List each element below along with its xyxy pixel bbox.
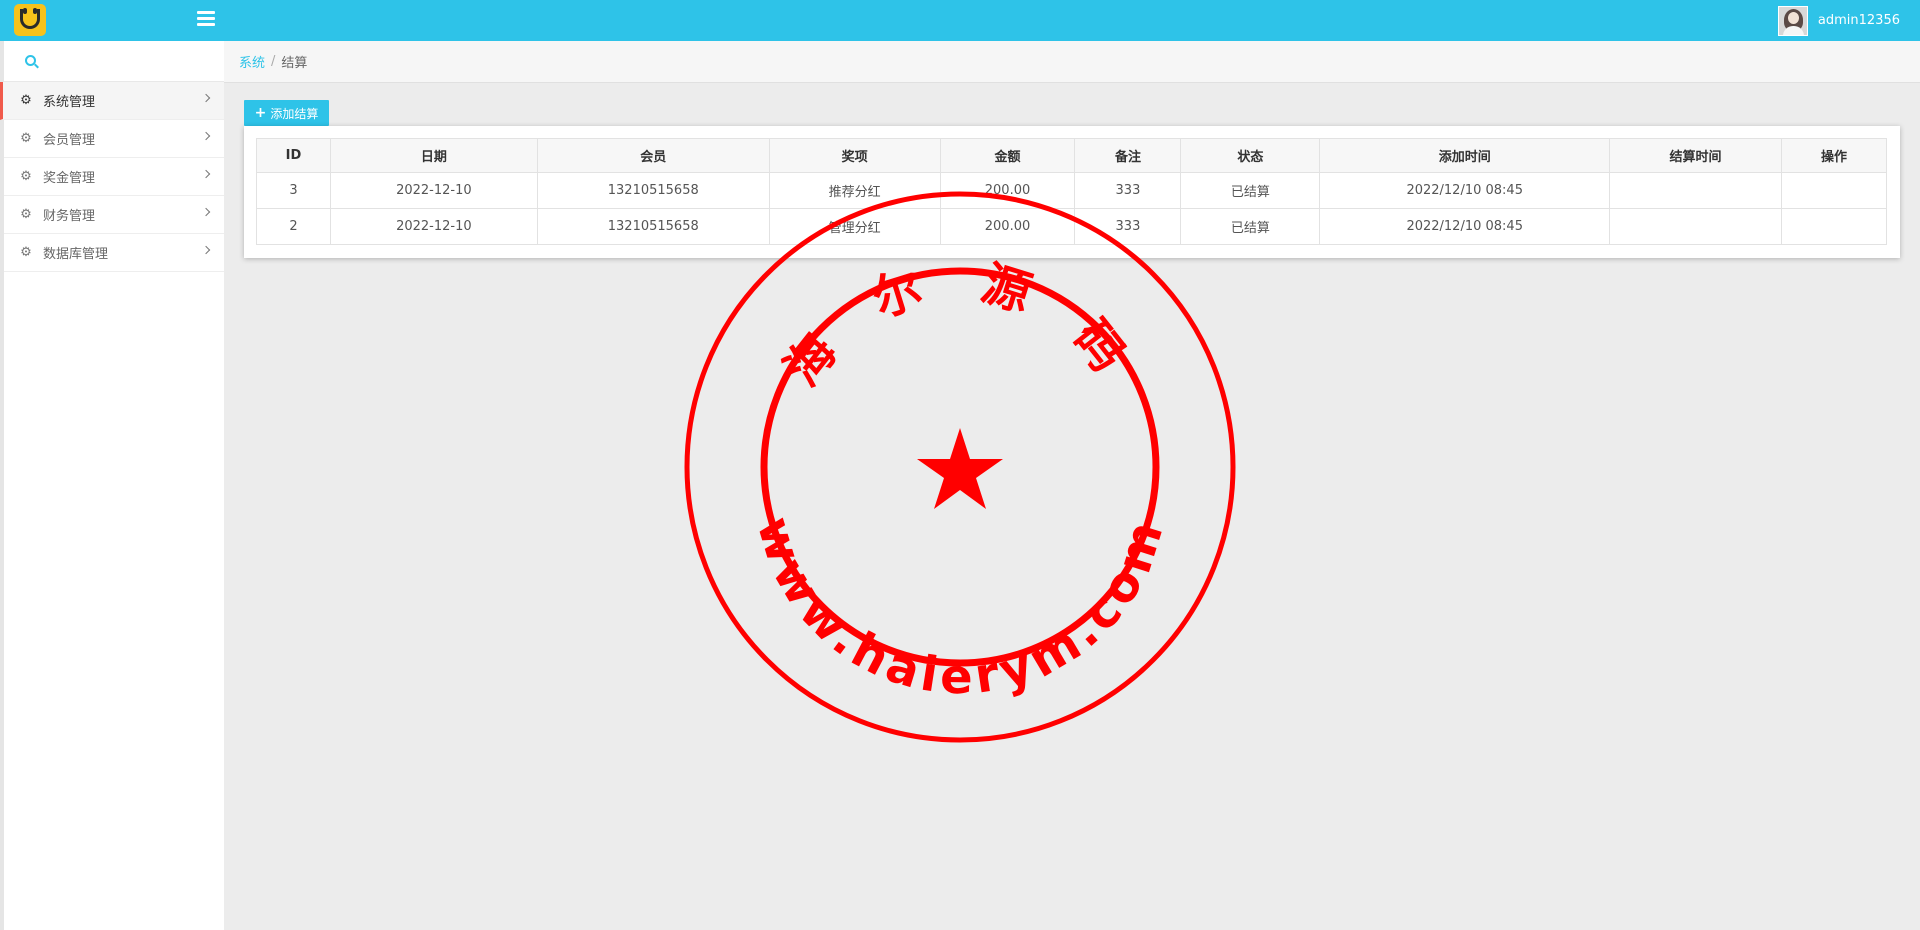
table-row[interactable]: 2 2022-12-10 13210515658 管理分红 200.00 333… bbox=[256, 208, 1887, 245]
top-bar: admin12356 bbox=[0, 0, 1920, 41]
cell-date: 2022-12-10 bbox=[329, 172, 538, 209]
column-header-date[interactable]: 日期 bbox=[329, 138, 538, 173]
chevron-right-icon bbox=[201, 245, 211, 255]
chevron-right-icon bbox=[201, 93, 211, 103]
breadcrumb-separator: / bbox=[271, 54, 276, 69]
column-header-member[interactable]: 会员 bbox=[536, 138, 770, 173]
stamp-outer-ring bbox=[684, 191, 1236, 743]
table-row[interactable]: 3 2022-12-10 13210515658 推荐分红 200.00 333… bbox=[256, 172, 1887, 209]
cell-award: 管理分红 bbox=[768, 208, 941, 245]
breadcrumb-current: 结算 bbox=[281, 56, 308, 71]
watermark-stamp: 海 尔 源 码 www.haierym.com bbox=[684, 191, 1236, 743]
search-icon[interactable] bbox=[25, 55, 36, 66]
column-header-status[interactable]: 状态 bbox=[1180, 138, 1321, 173]
cell-actions bbox=[1781, 172, 1887, 209]
column-header-award[interactable]: 奖项 bbox=[768, 138, 941, 173]
table-header-row: ID 日期 会员 奖项 金额 备注 状态 添加时间 结算时间 操作 bbox=[256, 138, 1887, 173]
cell-amount: 200.00 bbox=[939, 208, 1076, 245]
stamp-inner-ring bbox=[760, 267, 1160, 667]
logo-smile bbox=[20, 9, 40, 29]
gear-icon: ⚙ bbox=[20, 168, 32, 184]
chevron-right-icon bbox=[201, 131, 211, 141]
sidebar-item-database[interactable]: ⚙ 数据库管理 bbox=[4, 234, 224, 272]
sidebar-item-label: 奖金管理 bbox=[43, 171, 96, 186]
user-menu[interactable]: admin12356 bbox=[1777, 4, 1900, 37]
chevron-right-icon bbox=[201, 207, 211, 217]
plus-icon: + bbox=[254, 105, 267, 121]
star-icon bbox=[917, 428, 1003, 509]
sidebar-item-label: 系统管理 bbox=[43, 95, 96, 110]
column-header-note[interactable]: 备注 bbox=[1074, 138, 1182, 173]
cell-settled-time bbox=[1609, 172, 1782, 209]
cell-member: 13210515658 bbox=[536, 208, 770, 245]
cell-amount: 200.00 bbox=[939, 172, 1076, 209]
cell-added-time: 2022/12/10 08:45 bbox=[1319, 208, 1611, 245]
cell-status: 已结算 bbox=[1180, 208, 1321, 245]
breadcrumb-parent[interactable]: 系统 bbox=[239, 52, 265, 71]
column-header-actions[interactable]: 操作 bbox=[1781, 138, 1887, 173]
sidebar-item-bonus[interactable]: ⚙ 奖金管理 bbox=[4, 158, 224, 196]
cell-note: 333 bbox=[1074, 208, 1182, 245]
sidebar-search[interactable] bbox=[4, 41, 224, 82]
cell-id: 3 bbox=[256, 172, 331, 209]
username[interactable]: admin12356 bbox=[1818, 13, 1900, 28]
avatar[interactable] bbox=[1777, 5, 1808, 36]
menu-toggle-icon[interactable] bbox=[197, 11, 215, 27]
cell-member: 13210515658 bbox=[536, 172, 770, 209]
column-header-amount[interactable]: 金额 bbox=[939, 138, 1076, 173]
gear-icon: ⚙ bbox=[20, 130, 32, 146]
cell-note: 333 bbox=[1074, 172, 1182, 209]
gear-icon: ⚙ bbox=[20, 92, 32, 108]
breadcrumb: 系统 / 结算 bbox=[224, 41, 1920, 83]
cell-actions bbox=[1781, 208, 1887, 245]
settlement-panel: ID 日期 会员 奖项 金额 备注 状态 添加时间 结算时间 操作 3 2022… bbox=[244, 126, 1900, 258]
sidebar: ⚙ 系统管理 ⚙ 会员管理 ⚙ 奖金管理 ⚙ 财务管理 ⚙ 数据库管理 bbox=[0, 41, 224, 930]
cell-status: 已结算 bbox=[1180, 172, 1321, 209]
chevron-right-icon bbox=[201, 169, 211, 179]
cell-id: 2 bbox=[256, 208, 331, 245]
sidebar-item-finance[interactable]: ⚙ 财务管理 bbox=[4, 196, 224, 234]
settlement-table: ID 日期 会员 奖项 金额 备注 状态 添加时间 结算时间 操作 3 2022… bbox=[256, 138, 1887, 245]
add-settlement-button[interactable]: + 添加结算 bbox=[244, 100, 329, 126]
cell-award: 推荐分红 bbox=[768, 172, 941, 209]
sidebar-item-label: 财务管理 bbox=[43, 209, 96, 224]
sidebar-item-label: 数据库管理 bbox=[43, 247, 109, 262]
sidebar-item-label: 会员管理 bbox=[43, 133, 96, 148]
cell-settled-time bbox=[1609, 208, 1782, 245]
add-settlement-label: 添加结算 bbox=[270, 106, 319, 121]
column-header-id[interactable]: ID bbox=[256, 138, 331, 173]
cell-date: 2022-12-10 bbox=[329, 208, 538, 245]
cell-added-time: 2022/12/10 08:45 bbox=[1319, 172, 1611, 209]
stamp-bottom-text: www.haierym.com bbox=[746, 510, 1176, 705]
logo[interactable] bbox=[14, 4, 46, 36]
column-header-added-time[interactable]: 添加时间 bbox=[1319, 138, 1611, 173]
column-header-settled-time[interactable]: 结算时间 bbox=[1609, 138, 1782, 173]
gear-icon: ⚙ bbox=[20, 244, 32, 260]
stamp-top-text: 海 尔 源 码 bbox=[774, 255, 1147, 396]
gear-icon: ⚙ bbox=[20, 206, 32, 222]
sidebar-item-system[interactable]: ⚙ 系统管理 bbox=[0, 82, 224, 120]
sidebar-item-members[interactable]: ⚙ 会员管理 bbox=[4, 120, 224, 158]
